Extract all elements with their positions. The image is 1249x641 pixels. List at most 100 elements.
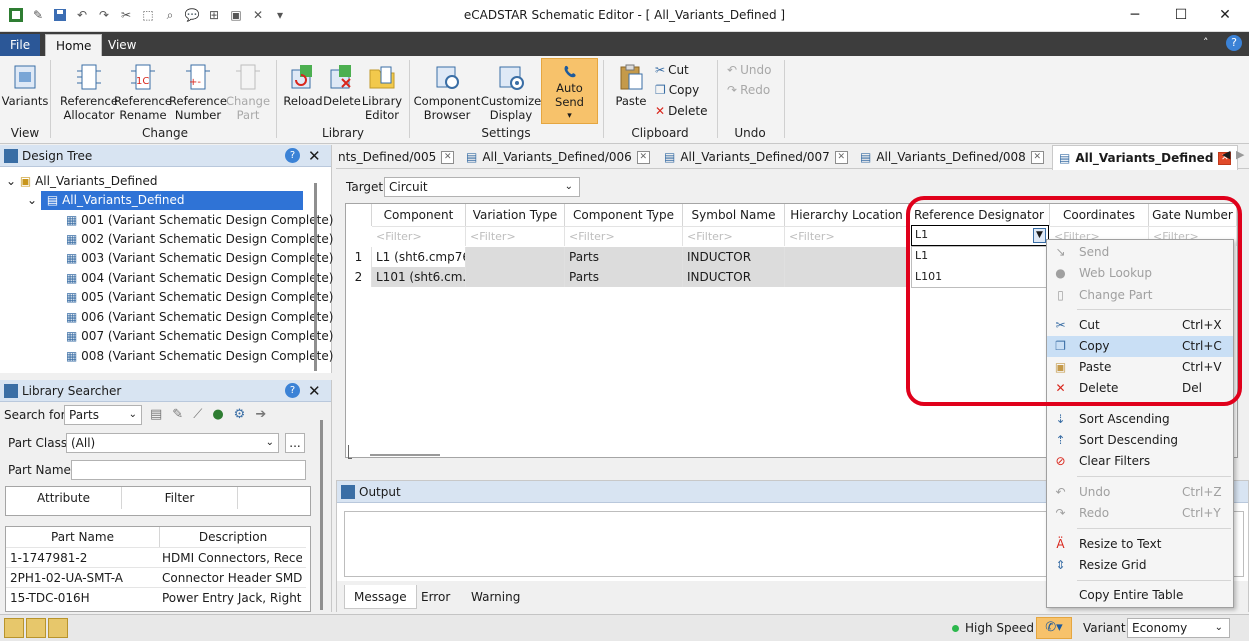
- design-tree-toggle-icon[interactable]: [4, 618, 24, 638]
- doc-tab-005[interactable]: nts_Defined/005 ✕: [338, 145, 455, 169]
- dropdown-arrow-icon[interactable]: ▼: [1033, 228, 1046, 243]
- menu-item-sort-descending[interactable]: ⇡ Sort Descending: [1047, 430, 1233, 451]
- close-panel-icon[interactable]: ✕: [308, 380, 321, 402]
- variation-type-cell[interactable]: [466, 247, 565, 267]
- menu-item-resize-to-text[interactable]: Ä Resize to Text: [1047, 534, 1233, 555]
- symbol-name-cell[interactable]: INDUCTOR: [683, 247, 785, 267]
- library-searcher-toggle-icon[interactable]: [26, 618, 46, 638]
- doc-tab-006[interactable]: ▤ All_Variants_Defined/006 ✕: [466, 145, 650, 169]
- tree-item-007[interactable]: ▦ 007 (Variant Schematic Design Complete…: [66, 327, 333, 346]
- menu-item-delete[interactable]: ✕ Delete Del: [1047, 378, 1233, 399]
- coordinates-header[interactable]: Coordinates: [1050, 204, 1149, 226]
- tab-error[interactable]: Error: [419, 585, 452, 609]
- minimize-icon[interactable]: ─: [1120, 5, 1150, 25]
- part-class-browse-button[interactable]: ...: [285, 433, 305, 453]
- component-type-filter[interactable]: <Filter>: [565, 226, 683, 246]
- undo-button[interactable]: ↶ Undo: [727, 60, 771, 80]
- tree-node-all-variants[interactable]: ⌄ ▤ All_Variants_Defined: [27, 191, 303, 210]
- component-type-cell[interactable]: Parts: [565, 247, 683, 267]
- doc-tab-008[interactable]: ▤ All_Variants_Defined/008 ✕: [860, 145, 1044, 169]
- variation-type-filter[interactable]: <Filter>: [466, 226, 565, 246]
- auto-send-status-button[interactable]: ✆▾: [1036, 617, 1072, 639]
- tab-scroll-left-icon[interactable]: ◀: [1222, 148, 1230, 161]
- copy-button[interactable]: ❐ Copy: [655, 80, 699, 100]
- help-icon[interactable]: ?: [285, 148, 300, 163]
- menu-item-cut[interactable]: ✂ Cut Ctrl+X: [1047, 315, 1233, 336]
- menu-item-send[interactable]: ↘ Send: [1047, 242, 1233, 263]
- component-header[interactable]: Component: [372, 204, 466, 226]
- tab-warning[interactable]: Warning: [469, 585, 522, 609]
- component-browser-button[interactable]: Component Browser: [414, 62, 480, 122]
- menu-item-undo[interactable]: ↶ Undo Ctrl+Z: [1047, 482, 1233, 503]
- output-toggle-icon[interactable]: [48, 618, 68, 638]
- tab-home[interactable]: Home: [45, 34, 103, 56]
- doc-tab-all-variants[interactable]: ▤ All_Variants_Defined ✕: [1052, 145, 1239, 170]
- dropdown-option[interactable]: L101: [915, 270, 942, 283]
- tab-view[interactable]: View: [98, 34, 146, 56]
- part-name-input[interactable]: [71, 460, 306, 480]
- customize-display-button[interactable]: Customize Display: [480, 62, 542, 122]
- tree-item-008[interactable]: ▦ 008 (Variant Schematic Design Complete…: [66, 347, 333, 366]
- menu-item-change-part[interactable]: ▯ Change Part: [1047, 285, 1233, 306]
- tree-scrollbar[interactable]: [314, 183, 317, 371]
- web-icon[interactable]: ●: [212, 407, 223, 422]
- doc-tab-007[interactable]: ▤ All_Variants_Defined/007 ✕: [664, 145, 848, 169]
- description-header[interactable]: Description: [160, 527, 306, 547]
- hierarchy-location-cell[interactable]: [785, 267, 909, 287]
- close-tab-icon[interactable]: ✕: [1030, 150, 1044, 164]
- library-editor-button[interactable]: Library Editor: [360, 62, 404, 122]
- close-tab-icon[interactable]: ✕: [834, 150, 848, 164]
- tree-item-004[interactable]: ▦ 004 (Variant Schematic Design Complete…: [66, 269, 333, 288]
- menu-item-sort-ascending[interactable]: ⇣ Sort Ascending: [1047, 409, 1233, 430]
- help-icon[interactable]: ?: [285, 383, 300, 398]
- variation-type-header[interactable]: Variation Type: [466, 204, 565, 226]
- tree-item-005[interactable]: ▦ 005 (Variant Schematic Design Complete…: [66, 288, 333, 307]
- paste-button[interactable]: Paste: [610, 62, 652, 108]
- menu-item-clear-filters[interactable]: ⊘ Clear Filters: [1047, 451, 1233, 472]
- part-name-header[interactable]: Part Name: [6, 527, 160, 547]
- table-row[interactable]: 15-TDC-016H Power Entry Jack, Right A: [6, 587, 306, 607]
- table-row[interactable]: 2PH1-02-UA-SMT-A Connector Header SMD P: [6, 567, 306, 587]
- tree-item-001[interactable]: ▦ 001 (Variant Schematic Design Complete…: [66, 211, 333, 230]
- attribute-header[interactable]: Attribute: [6, 487, 122, 509]
- menu-item-web-lookup[interactable]: ● Web Lookup: [1047, 263, 1233, 284]
- menu-item-redo[interactable]: ↷ Redo Ctrl+Y: [1047, 503, 1233, 524]
- menu-item-paste[interactable]: ▣ Paste Ctrl+V: [1047, 357, 1233, 378]
- close-panel-icon[interactable]: ✕: [308, 145, 321, 167]
- dropdown-option[interactable]: L1: [915, 249, 928, 262]
- delete-library-button[interactable]: Delete: [322, 62, 362, 108]
- component-cell[interactable]: L1 (sht6.cmp76): [372, 247, 466, 267]
- redo-button[interactable]: ↷ Redo: [727, 80, 770, 100]
- hierarchy-location-filter[interactable]: <Filter>: [785, 226, 909, 246]
- gear-icon[interactable]: ⚙: [234, 407, 246, 422]
- auto-send-button[interactable]: Auto Send ▾: [541, 58, 598, 124]
- reference-number-button[interactable]: +- Reference Number: [169, 62, 227, 122]
- reload-button[interactable]: Reload: [282, 62, 324, 108]
- reference-allocator-button[interactable]: Reference Allocator: [60, 62, 118, 122]
- symbol-name-filter[interactable]: <Filter>: [683, 226, 785, 246]
- change-part-button[interactable]: Change Part: [226, 62, 270, 122]
- menu-item-resize-grid[interactable]: ⇕ Resize Grid: [1047, 555, 1233, 576]
- variation-type-cell[interactable]: [466, 267, 565, 287]
- variant-select[interactable]: Economy ⌄: [1127, 618, 1230, 638]
- tree-item-006[interactable]: ▦ 006 (Variant Schematic Design Complete…: [66, 308, 333, 327]
- component-type-header[interactable]: Component Type: [565, 204, 683, 226]
- tree-item-003[interactable]: ▦ 003 (Variant Schematic Design Complete…: [66, 249, 333, 268]
- edit-icon[interactable]: ✎: [172, 407, 183, 422]
- delete-button[interactable]: ✕ Delete: [655, 101, 708, 121]
- component-type-cell[interactable]: Parts: [565, 267, 683, 287]
- target-select[interactable]: Circuit ⌄: [384, 177, 580, 197]
- reference-designator-filter[interactable]: L1 ▼: [911, 225, 1049, 246]
- filter-icon[interactable]: ⟋: [193, 407, 202, 422]
- close-tab-icon[interactable]: ✕: [636, 150, 650, 164]
- help-icon[interactable]: ?: [1226, 35, 1242, 51]
- close-window-icon[interactable]: ✕: [1210, 5, 1240, 25]
- symbol-name-header[interactable]: Symbol Name: [683, 204, 785, 226]
- cut-button[interactable]: ✂ Cut: [655, 60, 689, 80]
- collapse-ribbon-icon[interactable]: ˄: [1203, 36, 1209, 49]
- component-cell[interactable]: L101 (sht6.cm...: [372, 267, 466, 287]
- component-filter[interactable]: <Filter>: [372, 226, 466, 246]
- hierarchy-location-header[interactable]: Hierarchy Location: [785, 204, 909, 226]
- arrow-right-icon[interactable]: ➔: [255, 407, 266, 422]
- hierarchy-location-cell[interactable]: [785, 247, 909, 267]
